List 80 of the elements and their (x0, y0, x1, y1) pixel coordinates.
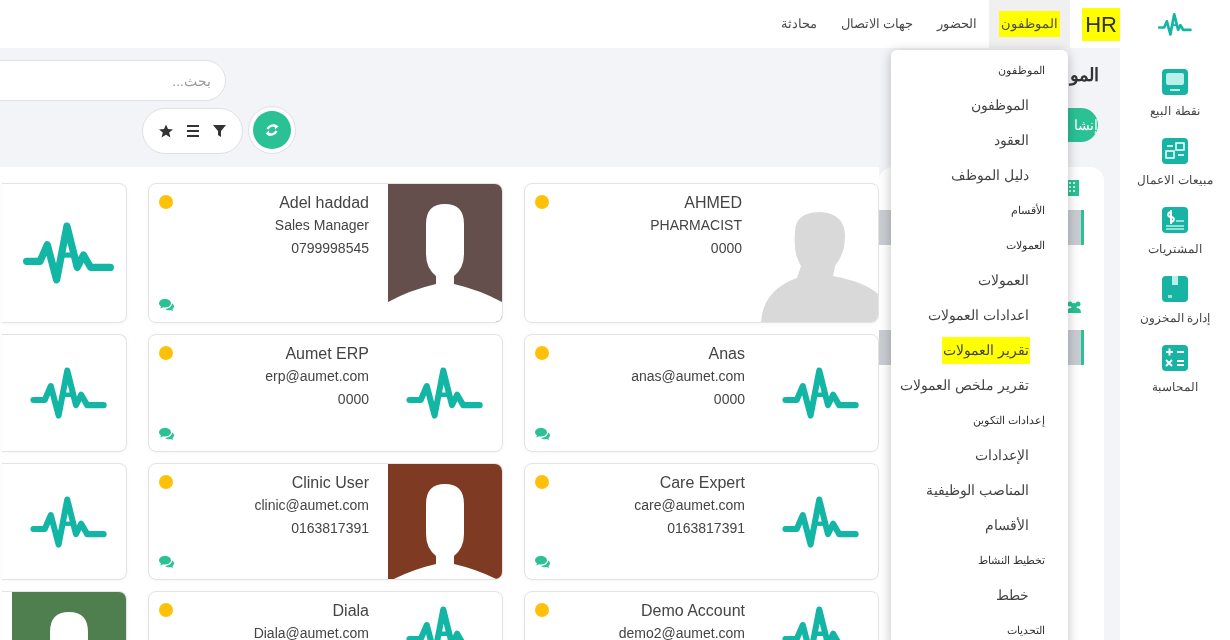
employee-detail: 0000 (710, 239, 742, 258)
menu-item[interactable]: الإعدادات (974, 445, 1030, 466)
menu-section-header: تخطيط النشاط (976, 553, 1046, 569)
chat-icon[interactable] (159, 298, 175, 312)
employee-card[interactable]: Aumet ERP erp@aumet.com 0000 (148, 334, 503, 452)
app-label[interactable]: المحاسبة (1152, 378, 1198, 396)
menu-section-header: الأقسام (1010, 202, 1046, 219)
employee-card[interactable]: Demo Account demo2@aumet.com (524, 591, 879, 640)
person-silhouette-icon (761, 210, 878, 322)
employee-detail: Diala@aumet.com (253, 624, 369, 640)
employee-name: Adel haddad (279, 193, 369, 213)
employee-detail: erp@aumet.com (265, 367, 369, 386)
page-title: المو (1070, 64, 1099, 88)
employee-detail: 0163817391 (291, 519, 369, 538)
app-label[interactable]: إدارة المخزون (1139, 309, 1211, 327)
refresh-icon (265, 122, 279, 138)
employee-detail: anas@aumet.com (631, 367, 745, 386)
menu-item[interactable]: اعدادات العمولات (927, 305, 1030, 326)
star-icon[interactable] (159, 124, 174, 138)
app-label[interactable]: مبيعات الاعمال (1137, 171, 1213, 189)
employee-card[interactable]: Anas anas@aumet.com 0000 (524, 334, 879, 452)
employee-card[interactable] (2, 183, 127, 323)
menu-item[interactable]: دليل الموظف (950, 165, 1030, 186)
employee-card[interactable]: Clinic User clinic@aumet.com 0163817391 (148, 463, 503, 580)
menu-item[interactable]: تقرير العمولات (942, 337, 1030, 364)
box-icon[interactable] (1161, 275, 1189, 303)
employee-name: Diala (332, 601, 369, 621)
employee-detail: demo2@aumet.com (618, 624, 745, 640)
menu-item[interactable]: المناصب الوظيفية (925, 480, 1030, 501)
employee-card[interactable]: AHMED PHARMACIST 0000 (524, 183, 879, 323)
employee-card[interactable] (2, 463, 127, 580)
employee-detail: PHARMACIST (650, 216, 742, 235)
employee-name: Aumet ERP (285, 344, 369, 364)
menu-section-header: الموظفون (997, 63, 1046, 79)
employee-detail: 0000 (337, 390, 369, 409)
app-title: HR (1082, 7, 1120, 41)
menu-item[interactable]: الموظفون (970, 95, 1030, 116)
dollar-icon[interactable] (1161, 206, 1189, 234)
employee-detail: 0000 (713, 390, 745, 409)
menu-item[interactable]: العمولات (977, 270, 1030, 291)
app-label[interactable]: المشتريات (1148, 240, 1202, 258)
employee-card[interactable] (2, 334, 127, 452)
employee-card[interactable]: Diala Diala@aumet.com (148, 591, 503, 640)
monitor-icon[interactable] (1161, 68, 1189, 96)
employee-detail: clinic@aumet.com (254, 496, 369, 515)
employee-detail: 0163817391 (667, 519, 745, 538)
refresh-button[interactable] (248, 106, 296, 154)
menu-item[interactable]: خطط (995, 585, 1030, 606)
employee-detail: Sales Manager (274, 216, 369, 235)
logo-icon[interactable] (1158, 12, 1192, 36)
search-field[interactable]: بحث... (0, 60, 226, 101)
menu-tab[interactable]: محادثة (768, 0, 829, 48)
chat-icon[interactable] (535, 427, 551, 441)
employee-detail: care@aumet.com (634, 496, 745, 515)
employee-card[interactable]: Adel haddad Sales Manager 0799998545 (148, 183, 503, 323)
menu-section-header: العمولات (1005, 238, 1046, 254)
employee-name: AHMED (684, 193, 742, 213)
filter-icon[interactable] (212, 124, 226, 138)
menu-section-header: إعدادات التكوين (971, 413, 1046, 429)
menu-item[interactable]: الأقسام (984, 515, 1030, 536)
menu-item[interactable]: تقرير ملخص العمولات (899, 375, 1030, 396)
employee-name: Anas (708, 344, 745, 364)
employee-name: Clinic User (291, 473, 369, 493)
menu-tab[interactable]: الحضور (925, 0, 990, 48)
chat-icon[interactable] (159, 555, 175, 569)
employee-name: Care Expert (659, 473, 745, 493)
employee-name: Demo Account (640, 601, 745, 621)
menu-icon[interactable] (186, 124, 200, 138)
chat-icon[interactable] (535, 555, 551, 569)
menu-section-header: التحديات (1006, 623, 1046, 639)
app-label[interactable]: نقطة البيع (1150, 102, 1200, 120)
employee-detail: 0799998545 (291, 239, 369, 258)
calculator-icon[interactable] (1161, 344, 1189, 372)
chat-icon[interactable] (159, 427, 175, 441)
boxes-icon[interactable] (1161, 137, 1189, 165)
employee-card[interactable]: Care Expert care@aumet.com 0163817391 (524, 463, 879, 580)
menu-tab[interactable]: جهات الاتصال (828, 0, 926, 48)
menu-item[interactable]: العقود (993, 130, 1030, 151)
people-icon (1066, 300, 1082, 316)
menu-tab[interactable]: الموظفون (989, 0, 1071, 48)
